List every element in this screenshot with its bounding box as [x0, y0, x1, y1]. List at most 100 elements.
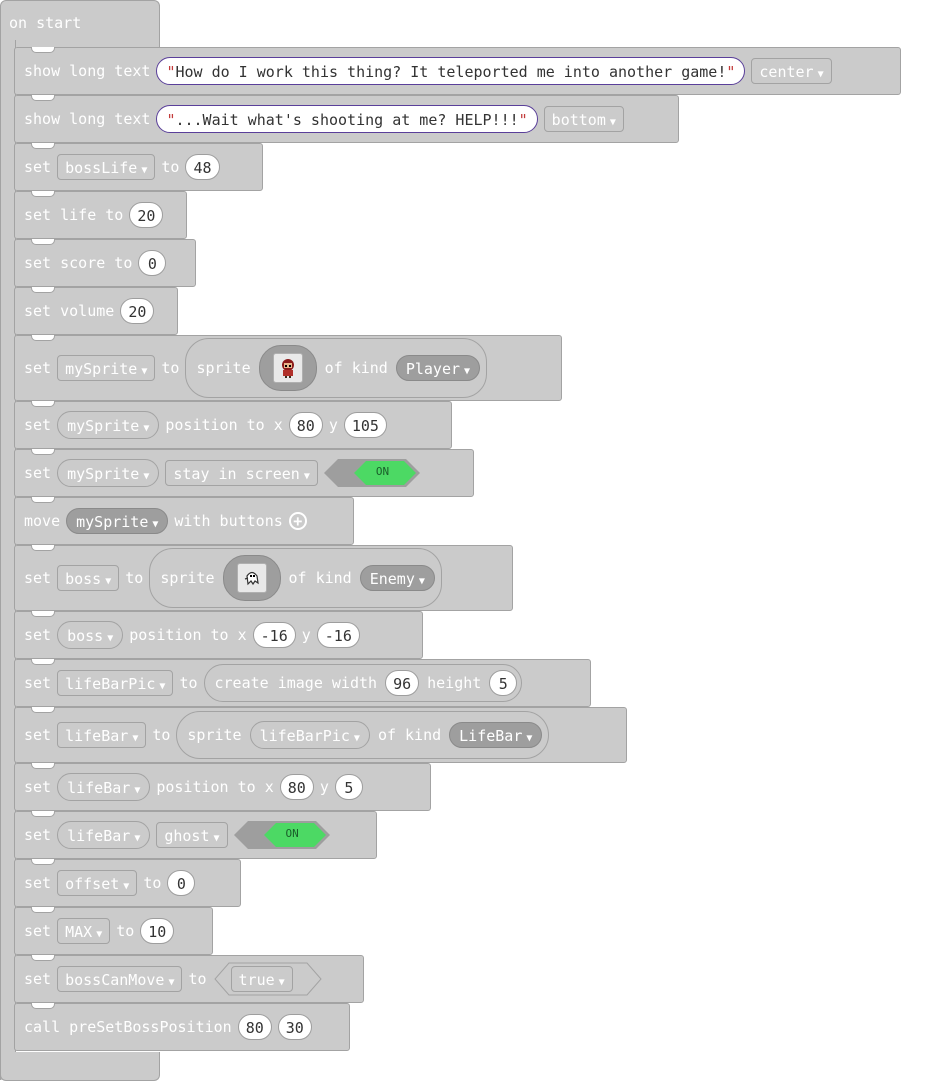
number-input[interactable]: 10: [140, 918, 175, 944]
variable-dropdown[interactable]: MAX ▼: [57, 918, 111, 944]
to-label: to: [143, 874, 162, 892]
set-score-block[interactable]: set score to 0: [14, 239, 196, 287]
flag-dropdown[interactable]: ghost ▼: [156, 822, 228, 848]
of-kind-label: of kind: [377, 726, 442, 744]
variable-dropdown[interactable]: lifeBar ▼: [57, 722, 147, 748]
on-off-toggle[interactable]: ON: [233, 821, 330, 849]
x-input[interactable]: 80: [288, 412, 323, 438]
block-keyword: set: [24, 674, 52, 692]
set-position-block[interactable]: set boss ▼ position to x -16 y -16: [14, 611, 423, 659]
variable-dropdown[interactable]: boss ▼: [57, 565, 120, 591]
image-variable-dropdown[interactable]: lifeBarPic ▼: [249, 721, 370, 749]
create-sprite-reporter[interactable]: sprite lifeBarPic ▼ of kind LifeBar ▼: [176, 711, 550, 759]
sprite-variable-dropdown[interactable]: boss ▼: [57, 621, 124, 649]
dropdown-arrow-icon: ▼: [141, 366, 148, 377]
create-image-reporter[interactable]: create image width 96 height 5: [203, 664, 523, 702]
set-variable-block[interactable]: set offset ▼ to 0: [14, 859, 241, 907]
variable-dropdown[interactable]: mySprite ▼: [57, 355, 156, 381]
variable-dropdown[interactable]: bossCanMove ▼: [57, 966, 183, 992]
on-off-toggle[interactable]: ON: [323, 459, 420, 487]
set-variable-block[interactable]: set bossCanMove ▼ to true ▼: [14, 955, 364, 1003]
set-sprite-block[interactable]: set lifeBar ▼ to sprite lifeBarPic ▼ of ki…: [14, 707, 627, 763]
y-input[interactable]: 5: [334, 774, 363, 800]
block-keyword: set life to: [24, 206, 124, 224]
to-label: to: [188, 970, 207, 988]
show-long-text-block[interactable]: show long text "...Wait what's shooting …: [14, 95, 679, 143]
flag-dropdown[interactable]: stay in screen ▼: [165, 460, 318, 486]
boolean-reporter[interactable]: true ▼: [213, 962, 322, 996]
of-kind-label: of kind: [324, 359, 388, 377]
sprite-variable-dropdown[interactable]: mySprite ▼: [57, 411, 160, 439]
player-sprite-icon: [272, 353, 303, 383]
call-function-block[interactable]: call preSetBossPosition 80 30: [14, 1003, 350, 1051]
set-variable-block[interactable]: set bossLife ▼ to 48: [14, 143, 263, 191]
set-image-block[interactable]: set lifeBarPic ▼ to create image width 96…: [14, 659, 591, 707]
y-input[interactable]: -16: [316, 622, 360, 648]
dropdown-arrow-icon: ▼: [143, 423, 150, 434]
set-variable-block[interactable]: set MAX ▼ to 10: [14, 907, 213, 955]
height-input[interactable]: 5: [489, 670, 518, 696]
on-start-footer: [0, 1052, 160, 1081]
dropdown-arrow-icon: ▼: [123, 881, 130, 892]
dropdown-arrow-icon: ▼: [134, 785, 141, 796]
set-sprite-block[interactable]: set mySprite ▼ to sprite of kind Player ▼: [14, 335, 562, 401]
toggle-shape-icon: [323, 459, 420, 487]
sprite-variable-dropdown[interactable]: mySprite ▼: [57, 459, 160, 487]
argument-input[interactable]: 80: [237, 1014, 272, 1040]
block-keyword: set: [24, 970, 52, 988]
text-string-field[interactable]: "How do I work this thing? It teleported…: [156, 57, 746, 85]
sprite-variable-dropdown[interactable]: mySprite ▼: [66, 508, 169, 534]
sprite-label: sprite: [160, 569, 215, 587]
number-input[interactable]: 20: [129, 202, 164, 228]
set-flag-block[interactable]: set lifeBar ▼ ghost ▼ ON: [14, 811, 377, 859]
add-parameter-icon[interactable]: +: [288, 512, 307, 530]
position-dropdown[interactable]: bottom ▼: [543, 106, 624, 132]
dropdown-arrow-icon: ▼: [141, 165, 148, 176]
x-input[interactable]: -16: [252, 622, 296, 648]
kind-dropdown[interactable]: Enemy ▼: [359, 565, 435, 591]
dropdown-arrow-icon: ▼: [132, 733, 139, 744]
text-string-field[interactable]: "...Wait what's shooting at me? HELP!!!": [156, 105, 538, 133]
variable-dropdown[interactable]: offset ▼: [57, 870, 138, 896]
kind-dropdown[interactable]: LifeBar ▼: [449, 722, 543, 748]
set-position-block[interactable]: set lifeBar ▼ position to x 80 y 5: [14, 763, 431, 811]
toggle-label: ON: [375, 465, 390, 478]
number-input[interactable]: 48: [185, 154, 220, 180]
kind-dropdown[interactable]: Player ▼: [395, 355, 481, 381]
set-volume-block[interactable]: set volume 20: [14, 287, 178, 335]
boolean-dropdown[interactable]: true ▼: [230, 966, 293, 992]
sprite-image-slot[interactable]: [222, 555, 281, 601]
dropdown-arrow-icon: ▼: [168, 977, 175, 988]
argument-input[interactable]: 30: [277, 1014, 312, 1040]
y-input[interactable]: 105: [343, 412, 387, 438]
sprite-label: sprite: [187, 726, 242, 744]
width-input[interactable]: 96: [385, 670, 420, 696]
number-input[interactable]: 20: [120, 298, 155, 324]
create-sprite-reporter[interactable]: sprite of kind Enemy ▼: [149, 548, 442, 608]
sprite-variable-dropdown[interactable]: lifeBar ▼: [57, 773, 151, 801]
x-input[interactable]: 80: [279, 774, 314, 800]
dropdown-arrow-icon: ▼: [278, 977, 285, 988]
set-sprite-block[interactable]: set boss ▼ to sprite of kind Enemy ▼: [14, 545, 513, 611]
create-sprite-reporter[interactable]: sprite of kind Player ▼: [185, 338, 488, 398]
dropdown-arrow-icon: ▼: [464, 366, 471, 377]
block-keyword: call preSetBossPosition: [24, 1018, 232, 1036]
on-start-block[interactable]: on start: [0, 0, 160, 47]
move-with-buttons-block[interactable]: move mySprite ▼ with buttons +: [14, 497, 354, 545]
sprite-image-slot[interactable]: [258, 345, 317, 391]
dropdown-arrow-icon: ▼: [96, 929, 103, 940]
position-dropdown[interactable]: center ▼: [751, 58, 832, 84]
sprite-variable-dropdown[interactable]: lifeBar ▼: [57, 821, 151, 849]
number-input[interactable]: 0: [167, 870, 196, 896]
dropdown-arrow-icon: ▼: [105, 576, 112, 587]
dropdown-arrow-icon: ▼: [213, 833, 220, 844]
block-keyword: set: [24, 626, 52, 644]
dropdown-arrow-icon: ▼: [526, 733, 533, 744]
show-long-text-block[interactable]: show long text "How do I work this thing…: [14, 47, 901, 95]
set-position-block[interactable]: set mySprite ▼ position to x 80 y 105: [14, 401, 452, 449]
set-life-block[interactable]: set life to 20: [14, 191, 187, 239]
number-input[interactable]: 0: [138, 250, 167, 276]
set-flag-block[interactable]: set mySprite ▼ stay in screen ▼ ON: [14, 449, 474, 497]
variable-dropdown[interactable]: lifeBarPic ▼: [57, 670, 174, 696]
variable-dropdown[interactable]: bossLife ▼: [57, 154, 156, 180]
